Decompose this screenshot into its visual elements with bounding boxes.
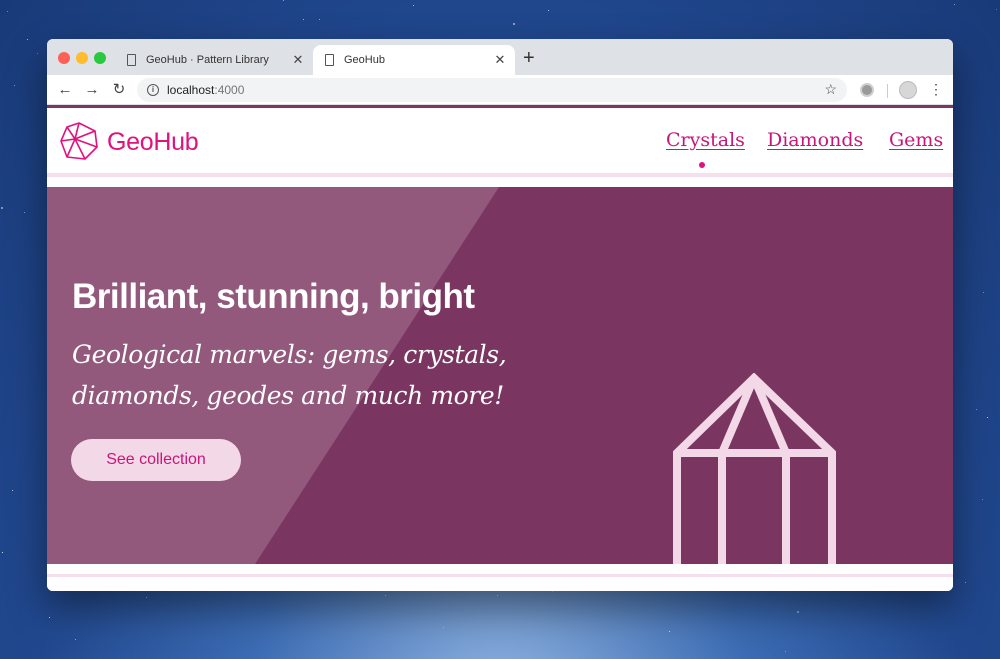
brand-name[interactable]: GeoHub <box>107 128 199 157</box>
tab-geohub[interactable]: GeoHub ✕ <box>313 45 515 75</box>
star-dot <box>283 0 284 1</box>
hero-subtitle: Geological marvels: gems, crystals, diam… <box>72 340 507 410</box>
hero-banner: Brilliant, stunning, bright Geological m… <box>47 187 953 564</box>
star-dot <box>7 11 8 12</box>
star-dot <box>443 627 444 628</box>
tab-bar: GeoHub · Pattern Library ✕ GeoHub ✕ + <box>47 39 953 75</box>
doc-icon <box>325 54 334 66</box>
nav-link-gems[interactable]: Gems <box>889 129 943 151</box>
zoom-window-button[interactable] <box>94 52 106 64</box>
star-dot <box>49 617 50 618</box>
star-dot <box>497 595 498 596</box>
star-dot <box>27 39 28 40</box>
star-dot <box>385 595 386 596</box>
header-divider <box>47 173 953 177</box>
star-dot <box>303 19 304 20</box>
star-dot <box>669 631 670 632</box>
close-window-button[interactable] <box>58 52 70 64</box>
star-dot <box>552 591 553 592</box>
star-dot <box>797 611 799 613</box>
star-dot <box>976 409 977 410</box>
tab-close-icon[interactable]: ✕ <box>491 52 509 68</box>
star-dot <box>996 9 997 10</box>
star-dot <box>319 19 320 20</box>
forward-arrow-icon[interactable]: → <box>82 80 102 100</box>
see-collection-button[interactable]: See collection <box>71 439 241 481</box>
back-arrow-icon[interactable]: ← <box>55 80 75 100</box>
web-page: GeoHub Crystals Diamonds Gems Brilliant,… <box>47 105 953 591</box>
tab-title: GeoHub <box>344 54 385 66</box>
doc-icon <box>127 54 136 66</box>
star-dot <box>548 10 549 11</box>
star-dot <box>75 639 76 640</box>
browser-toolbar: ← → ↻ i localhost:4000 ☆ ⋮ <box>47 75 953 105</box>
reload-icon[interactable]: ↻ <box>109 80 129 100</box>
avatar-icon[interactable] <box>899 81 917 99</box>
star-dot <box>14 85 15 86</box>
tab-pattern-library[interactable]: GeoHub · Pattern Library ✕ <box>115 45 313 75</box>
star-dot <box>965 582 966 583</box>
crystal-illustration <box>673 373 836 564</box>
star-dot <box>987 417 988 418</box>
tab-close-icon[interactable]: ✕ <box>289 52 307 68</box>
star-dot <box>12 490 13 491</box>
menu-icon[interactable]: ⋮ <box>929 80 943 98</box>
site-header: GeoHub Crystals Diamonds Gems <box>47 108 953 173</box>
page-bottom <box>47 564 953 591</box>
star-dot <box>24 212 25 213</box>
hero-title: Brilliant, stunning, bright <box>72 277 475 316</box>
info-icon[interactable]: i <box>147 84 159 96</box>
browser-window: GeoHub · Pattern Library ✕ GeoHub ✕ + ← … <box>47 39 953 591</box>
star-dot <box>982 499 983 500</box>
geohub-logo-icon[interactable] <box>59 121 99 161</box>
star-dot <box>37 53 38 54</box>
nav-link-diamonds[interactable]: Diamonds <box>767 129 863 151</box>
address-bar[interactable]: i localhost:4000 ☆ <box>137 78 847 102</box>
toolbar-divider <box>887 84 888 98</box>
minimize-window-button[interactable] <box>76 52 88 64</box>
star-dot <box>2 552 3 553</box>
url-host: localhost <box>167 83 215 97</box>
star-dot <box>983 292 984 293</box>
url-port: :4000 <box>214 83 245 97</box>
star-icon[interactable]: ☆ <box>824 81 837 98</box>
star-dot <box>785 651 786 652</box>
extension-icon[interactable] <box>860 83 874 97</box>
star-dot <box>413 5 414 6</box>
active-nav-indicator <box>699 162 705 168</box>
new-tab-button[interactable]: + <box>523 48 535 68</box>
bottom-divider <box>47 574 953 577</box>
star-dot <box>954 4 955 5</box>
star-dot <box>146 597 147 598</box>
star-dot <box>513 23 515 25</box>
tab-title: GeoHub · Pattern Library <box>146 54 269 66</box>
star-dot <box>1 207 3 209</box>
nav-link-crystals[interactable]: Crystals <box>666 129 745 151</box>
